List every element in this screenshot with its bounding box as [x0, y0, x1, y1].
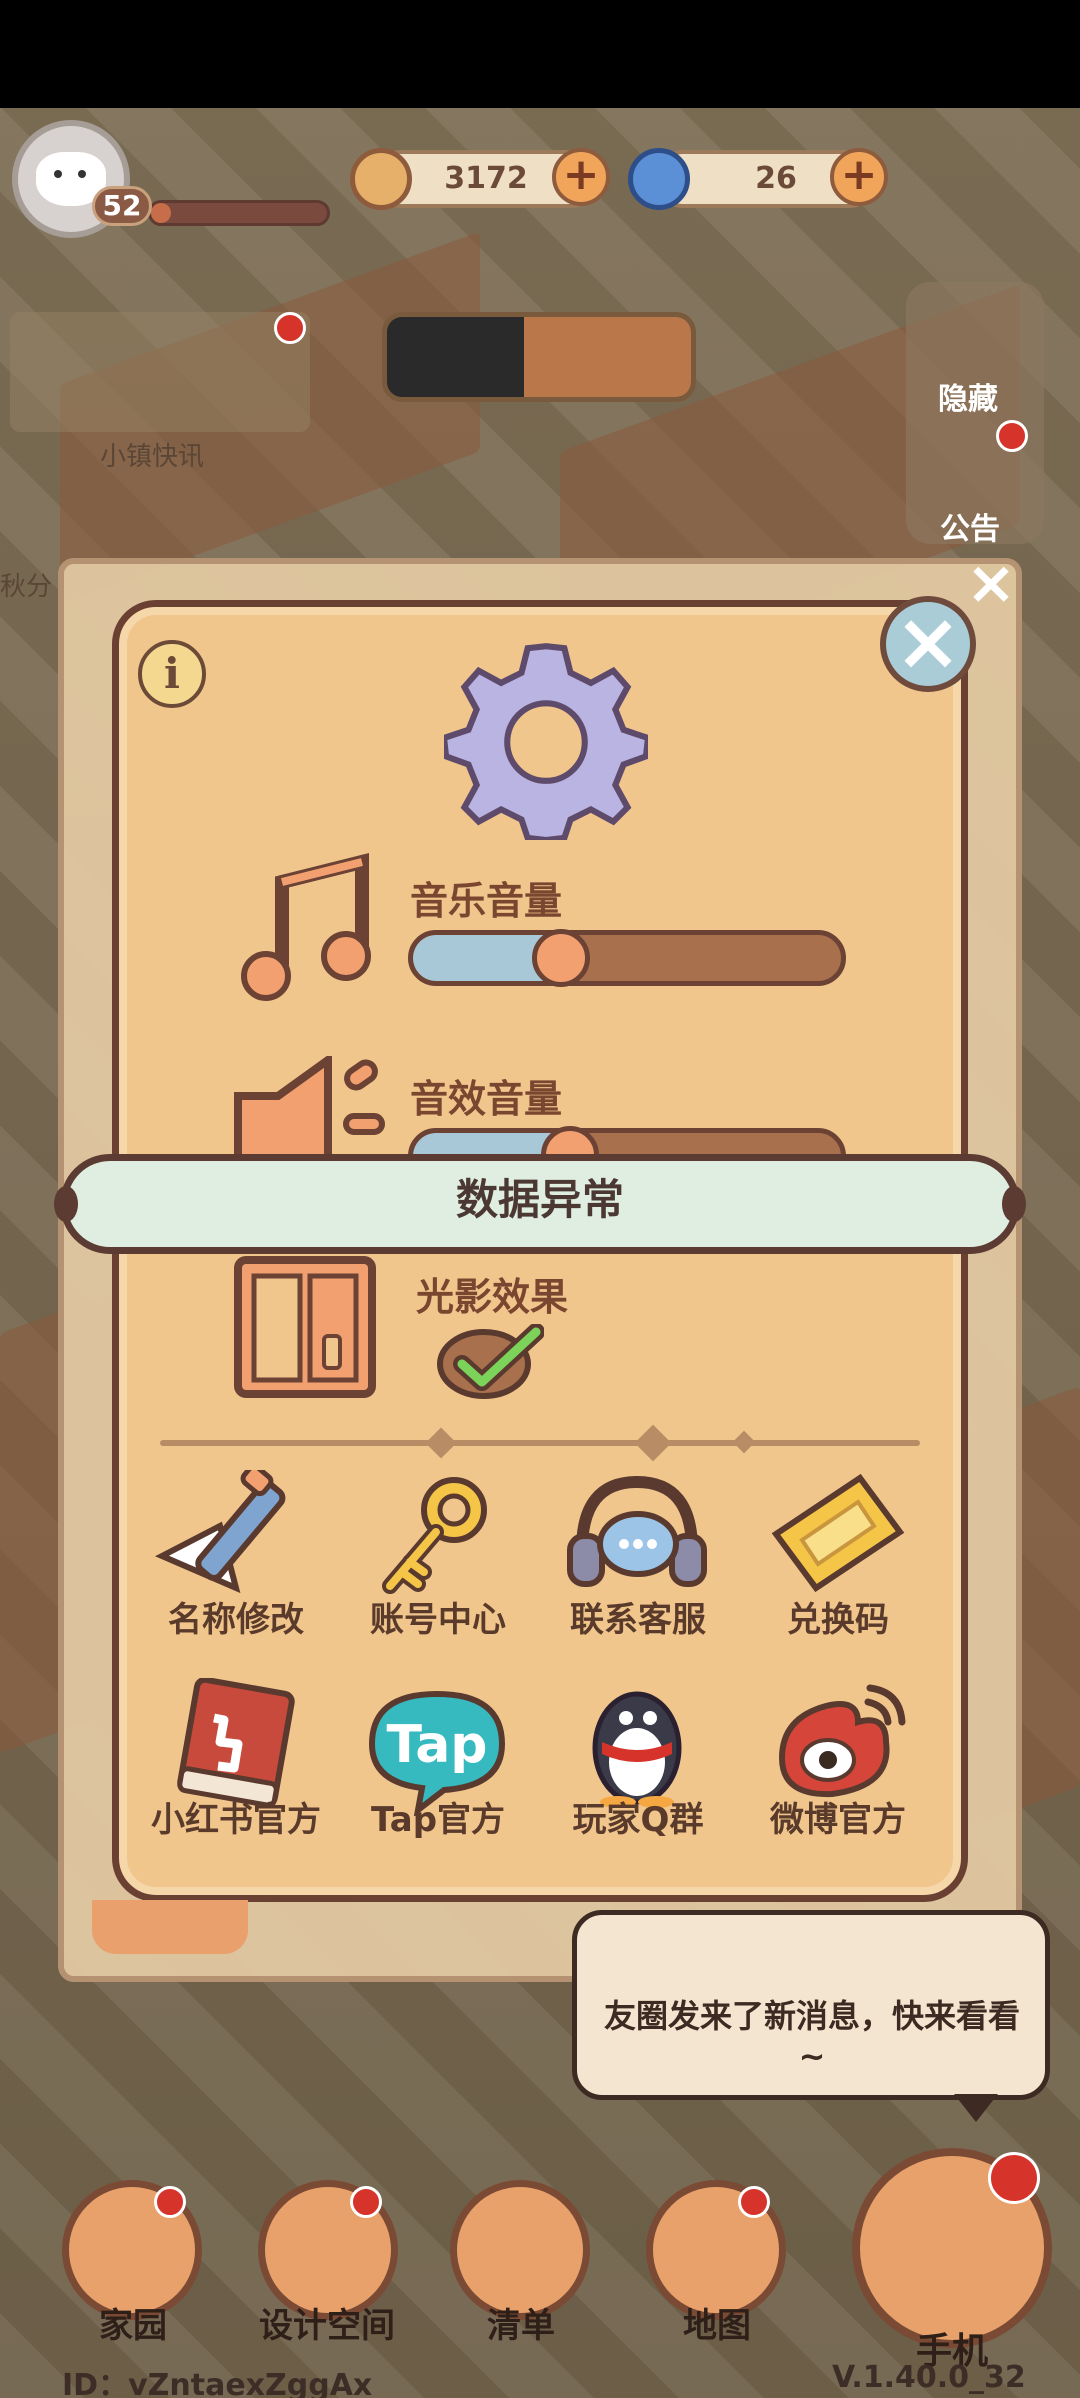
autumn-event-label: 秋分 — [0, 572, 53, 602]
customer-service-label: 联系客服 — [570, 1600, 706, 1640]
notice-dot — [996, 420, 1028, 452]
ticket-icon — [771, 1473, 905, 1593]
pen-icon — [155, 1463, 286, 1594]
nav-list-label: 清单 — [487, 2306, 555, 2346]
svg-text:Tap: Tap — [386, 1715, 487, 1775]
account-center-label: 账号中心 — [370, 1600, 506, 1640]
coin-icon — [350, 148, 412, 210]
town-news-label: 小镇快讯 — [100, 442, 205, 472]
swirl-gem-icon — [628, 148, 690, 210]
xiaohongshu-icon — [177, 1676, 295, 1808]
redeem-code-button[interactable] — [762, 1470, 912, 1604]
headset-icon — [567, 1475, 707, 1587]
sfx-volume-label: 音效音量 — [410, 1077, 563, 1121]
tap-label: Tap官方 — [370, 1800, 506, 1840]
xiaohongshu-label: 小红书官方 — [151, 1800, 321, 1840]
rename-label: 名称修改 — [168, 1600, 304, 1640]
notification-dot — [738, 2186, 770, 2218]
xp-bar — [148, 200, 330, 226]
qq-group-label: 玩家Q群 — [572, 1800, 704, 1840]
music-volume-slider[interactable] — [408, 930, 846, 986]
chat-bubble-text: 友圈发来了新消息，快来看看~ — [603, 1997, 1020, 2075]
xp-bar-fill — [151, 203, 171, 223]
speaker-icon — [234, 1056, 385, 1166]
nav-design-label: 设计空间 — [259, 2306, 395, 2346]
music-volume-knob[interactable] — [532, 929, 591, 987]
notification-dot — [350, 2186, 382, 2218]
notification-dot — [274, 312, 306, 344]
add-coins-button[interactable]: + — [552, 148, 610, 206]
add-gems-button[interactable]: + — [830, 148, 888, 206]
key-icon — [382, 1477, 487, 1594]
close-button[interactable]: × — [880, 596, 976, 692]
info-button[interactable]: i — [138, 640, 206, 708]
gear-icon — [444, 643, 648, 840]
back-panel-close-icon[interactable]: × — [962, 553, 1020, 614]
rename-button[interactable] — [136, 1463, 286, 1604]
notification-dot — [154, 2186, 186, 2218]
redeem-code-label: 兑换码 — [787, 1600, 889, 1640]
error-banner-text: 数据异常 — [455, 1175, 624, 1224]
weibo-icon — [778, 1684, 906, 1798]
nav-map-label: 地图 — [683, 2306, 751, 2346]
qq-penguin-icon — [592, 1691, 682, 1808]
nav-home-label: 家园 — [99, 2306, 167, 2346]
weather-banner — [382, 312, 696, 402]
notification-dot — [988, 2152, 1040, 2204]
status-bar — [0, 0, 1080, 108]
version-number: V.1.40.0_32 — [832, 2360, 1026, 2395]
level-badge: 52 — [92, 186, 152, 226]
weibo-label: 微博官方 — [770, 1800, 906, 1840]
reward-tab — [92, 1900, 248, 1954]
music-volume-label: 音乐音量 — [410, 879, 563, 923]
account-center-button[interactable] — [362, 1470, 512, 1604]
player-id: ID：vZntaexZggAx — [62, 2368, 373, 2398]
town-news-button[interactable] — [10, 312, 310, 432]
window-light-icon — [234, 1256, 376, 1398]
hide-label: 隐藏 — [938, 382, 998, 417]
light-effect-label: 光影效果 — [416, 1275, 569, 1319]
music-note-icon — [241, 853, 371, 1001]
divider — [160, 1440, 920, 1446]
notice-label: 公告 — [940, 512, 1000, 547]
chat-bubble-tail — [954, 2094, 998, 2122]
customer-service-button[interactable] — [562, 1470, 712, 1604]
light-effect-checkbox[interactable] — [436, 1324, 544, 1400]
